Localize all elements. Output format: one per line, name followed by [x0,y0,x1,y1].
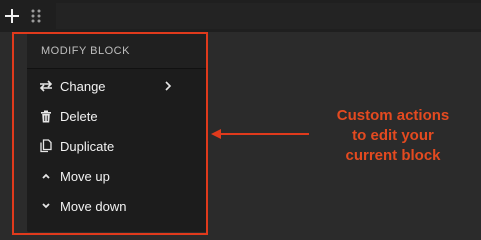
copy-icon [38,138,54,154]
drag-handle-icon[interactable] [30,9,42,25]
menu-item-label: Delete [60,108,98,124]
menu-item-move-up[interactable]: Move up [27,164,207,188]
menu-item-label: Duplicate [60,138,115,154]
annotation-callout: Custom actions to edit your current bloc… [336,107,450,164]
menu-item-delete[interactable]: Delete [27,104,207,128]
swap-arrows-icon [38,78,54,94]
chevron-up-icon [38,168,54,184]
trash-icon [38,108,54,124]
menu-item-label: Move up [60,168,110,184]
menu-item-move-down[interactable]: Move down [27,194,207,218]
chevron-right-icon [165,81,172,91]
toolbar-empty-area [56,3,481,29]
menu-title: MODIFY BLOCK [41,45,130,57]
annotation-arrow-icon [211,129,309,139]
editor-toolbar [0,0,481,32]
chevron-down-icon [38,198,54,214]
menu-header: MODIFY BLOCK [27,34,207,69]
menu-item-label: Change [60,78,106,94]
menu-item-duplicate[interactable]: Duplicate [27,134,207,158]
menu-item-label: Move down [60,198,127,214]
menu-item-change[interactable]: Change [27,74,207,98]
plus-icon[interactable] [4,8,20,24]
modify-block-menu: MODIFY BLOCK Change Delete Duplicate Mov… [27,34,207,232]
